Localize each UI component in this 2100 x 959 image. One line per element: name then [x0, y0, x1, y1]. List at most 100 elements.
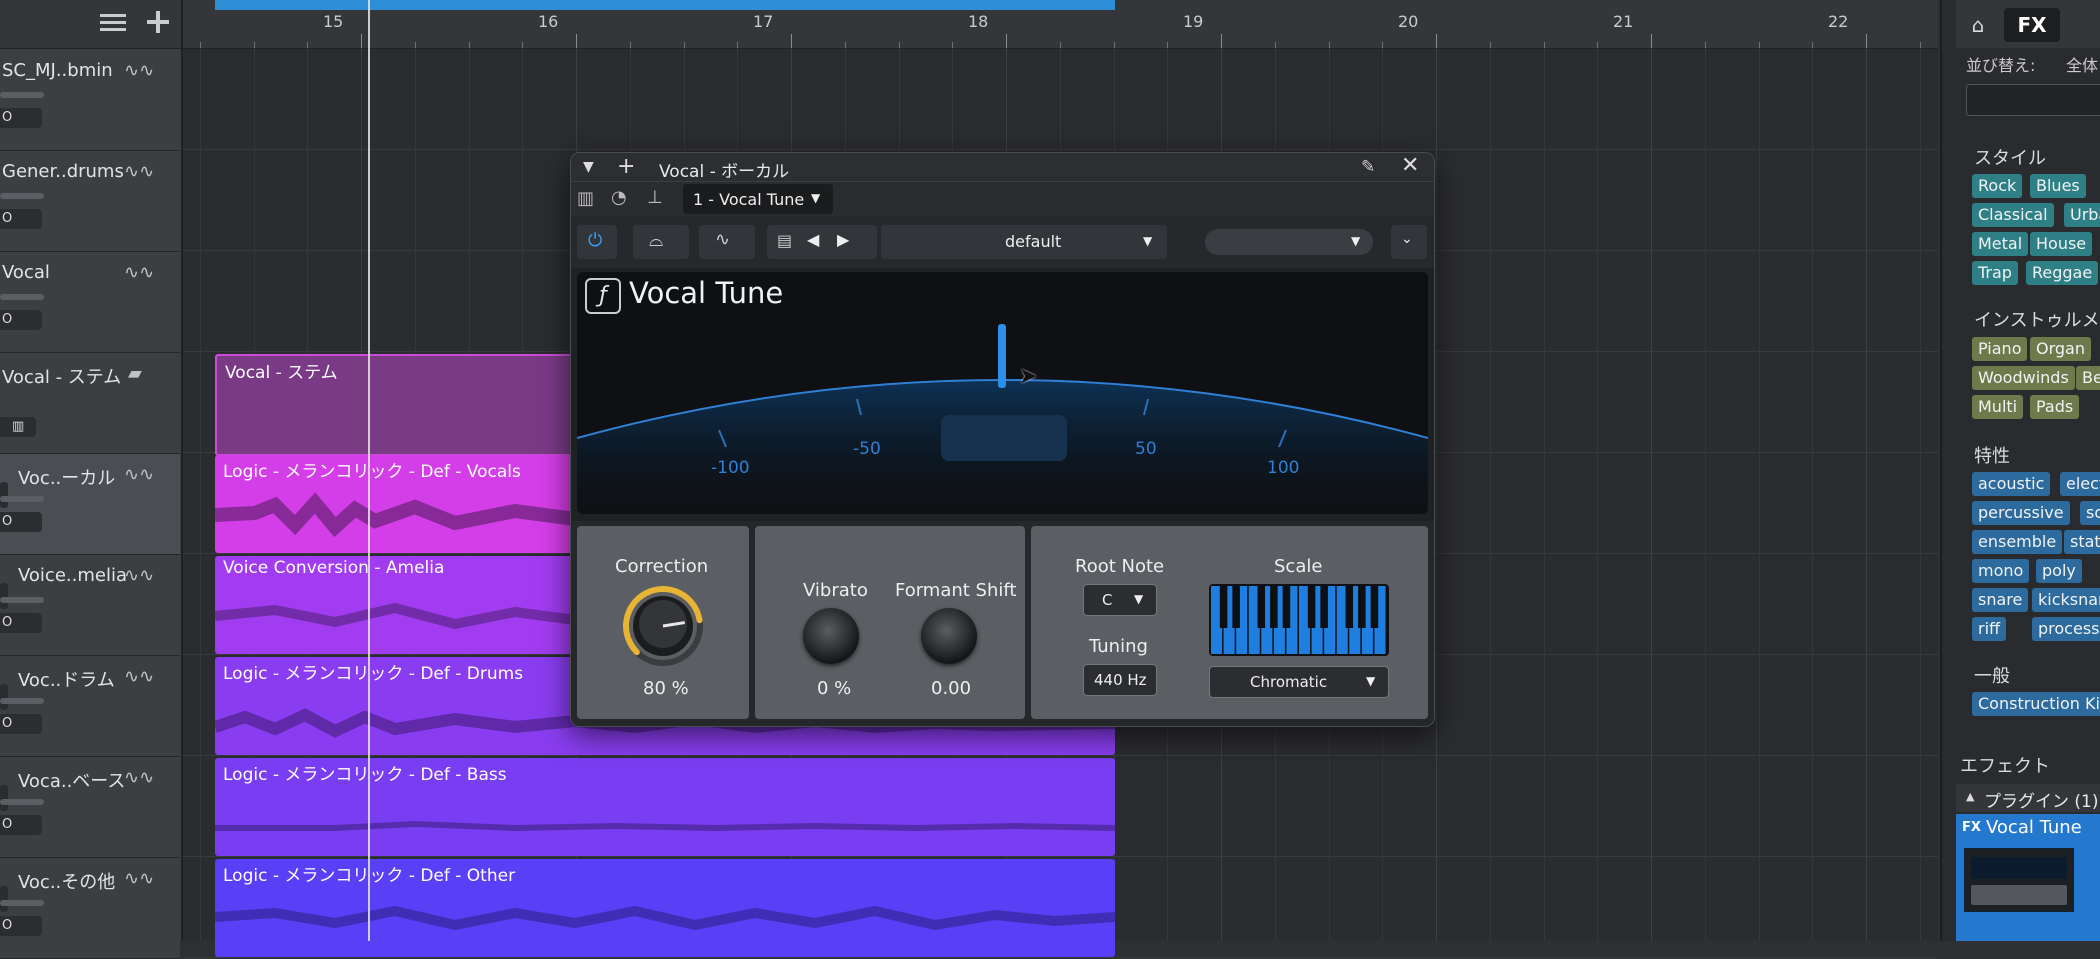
tag-snare[interactable]: snare: [1972, 588, 2029, 612]
volume-fader[interactable]: [0, 597, 44, 603]
tag-processed[interactable]: processe: [2032, 617, 2100, 641]
vibrato-knob[interactable]: [803, 608, 859, 664]
black-key[interactable]: [1232, 586, 1240, 628]
track-header[interactable]: Voc..その他 ∿∿ O: [0, 858, 180, 959]
black-key[interactable]: [1282, 586, 1291, 628]
tag-kicksnare[interactable]: kicksnare: [2032, 588, 2100, 612]
volume-fader[interactable]: [0, 193, 44, 199]
monitor-button[interactable]: O: [0, 310, 42, 330]
plugin-group-header[interactable]: ▲ プラグイン (1): [1956, 784, 2100, 812]
monitor-button[interactable]: O: [0, 916, 42, 936]
tag-electric[interactable]: electric: [2060, 472, 2100, 496]
waveform-icon[interactable]: ∿∿: [124, 666, 154, 687]
track-header[interactable]: Gener..drums ∿∿ O: [0, 151, 180, 252]
black-key[interactable]: [1257, 586, 1266, 628]
scale-keyboard[interactable]: [1209, 584, 1389, 656]
columns-icon[interactable]: ▥: [577, 188, 594, 209]
tag-riff[interactable]: riff: [1972, 617, 2007, 641]
monitor-button[interactable]: O: [0, 613, 42, 633]
black-key[interactable]: [1320, 586, 1328, 628]
playhead[interactable]: [368, 0, 370, 941]
mixer-icon[interactable]: ▥: [0, 417, 36, 437]
insert-selector[interactable]: 1 - Vocal Tune ▼: [683, 184, 833, 214]
tag-static[interactable]: static: [2064, 530, 2100, 554]
track-header[interactable]: Voice..melia ∿∿ O: [0, 555, 180, 656]
tag-mono[interactable]: mono: [1972, 559, 2030, 583]
track-header[interactable]: Voc..ドラム ∿∿ O: [0, 656, 180, 757]
volume-fader[interactable]: [0, 799, 44, 805]
black-key[interactable]: [1345, 586, 1354, 628]
waveform-icon[interactable]: ∿∿: [124, 60, 154, 81]
tag-poly[interactable]: poly: [2036, 559, 2082, 583]
timeline-ruler[interactable]: 15 16 17 18 19 20 21 22: [183, 0, 1938, 49]
routing-icon[interactable]: ⊥: [647, 187, 663, 208]
black-key[interactable]: [1370, 586, 1379, 628]
tag-ensemble[interactable]: ensemble: [1972, 530, 2063, 554]
volume-fader[interactable]: [0, 900, 44, 906]
preset-selector[interactable]: default ▼: [881, 225, 1167, 259]
clip[interactable]: Logic - メランコリック - Def - Other: [215, 859, 1115, 957]
loop-range-bar[interactable]: [215, 0, 1115, 10]
device-selector[interactable]: ▼: [1205, 229, 1373, 255]
volume-fader[interactable]: [0, 698, 44, 704]
home-icon[interactable]: ⌂: [1958, 8, 1998, 42]
tag-percussive[interactable]: percussive: [1972, 501, 2070, 525]
waveform-icon[interactable]: ∿∿: [124, 464, 154, 485]
tag-piano[interactable]: Piano: [1972, 337, 2028, 361]
waveform-icon[interactable]: ∿∿: [124, 565, 154, 586]
waveform-icon[interactable]: ∿∿: [124, 161, 154, 182]
list-view-icon[interactable]: [100, 12, 126, 32]
bypass-compare-button[interactable]: ⌓: [633, 225, 689, 259]
volume-fader[interactable]: [0, 92, 44, 98]
track-header[interactable]: Voc..ーカル ∿∿ O: [0, 454, 180, 555]
tuning-field[interactable]: 440 Hz: [1083, 664, 1157, 696]
track-header[interactable]: SC_MJ..bmin ∿∿ O: [0, 50, 180, 151]
tag-reggae[interactable]: Reggae: [2026, 261, 2099, 285]
track-header[interactable]: Vocal ∿∿ O: [0, 252, 180, 353]
black-key[interactable]: [1270, 586, 1278, 628]
expand-button[interactable]: ⌄: [1391, 225, 1427, 259]
waveform-icon[interactable]: ∿∿: [124, 868, 154, 889]
save-preset-icon[interactable]: ▤: [777, 231, 792, 250]
close-icon[interactable]: ✕: [1401, 153, 1419, 178]
monitor-button[interactable]: O: [0, 512, 42, 532]
monitor-button[interactable]: O: [0, 209, 42, 229]
tag-house[interactable]: House: [2030, 232, 2093, 256]
tag-multi[interactable]: Multi: [1972, 395, 2024, 419]
scale-dropdown[interactable]: Chromatic ▼: [1209, 666, 1389, 698]
tag-blues[interactable]: Blues: [2030, 174, 2086, 198]
collapse-icon[interactable]: ▼: [583, 159, 594, 175]
black-key[interactable]: [1358, 586, 1366, 628]
tag-acoustic[interactable]: acoustic: [1972, 472, 2051, 496]
track-header[interactable]: Vocal - ステム ▰ ▥: [0, 353, 180, 454]
tag-organ[interactable]: Organ: [2030, 337, 2091, 361]
tag-woodwinds[interactable]: Woodwinds: [1972, 366, 2075, 390]
power-button[interactable]: ⏻: [577, 225, 617, 259]
tag-pads[interactable]: Pads: [2030, 395, 2080, 419]
tag-sof[interactable]: sof: [2080, 501, 2100, 525]
pin-icon[interactable]: ✎: [1361, 157, 1375, 177]
plugin-window[interactable]: ▼ + Vocal - ボーカル ✎ ✕ ▥ ◔ ⊥ 1 - Vocal Tun…: [570, 152, 1435, 727]
plugin-titlebar[interactable]: ▼ + Vocal - ボーカル ✎ ✕: [571, 153, 1434, 182]
tag-metal[interactable]: Metal: [1972, 232, 2029, 256]
folder-icon[interactable]: ▰: [128, 363, 142, 384]
monitor-button[interactable]: O: [0, 714, 42, 734]
previous-preset-icon[interactable]: ◀: [807, 230, 819, 249]
track-header[interactable]: Voca..ベース ∿∿ O: [0, 757, 180, 858]
correction-knob[interactable]: [621, 584, 705, 668]
add-track-icon[interactable]: [146, 10, 170, 34]
add-icon[interactable]: +: [617, 154, 635, 179]
next-preset-icon[interactable]: ▶: [837, 230, 849, 249]
plugin-item-vocal-tune[interactable]: FX Vocal Tune: [1956, 814, 2100, 941]
tag-urban[interactable]: Urban: [2064, 203, 2100, 227]
gauge-icon[interactable]: ◔: [611, 187, 627, 208]
volume-fader[interactable]: [0, 496, 44, 502]
tag-trap[interactable]: Trap: [1972, 261, 2018, 285]
black-key[interactable]: [1219, 586, 1228, 628]
waveform-icon[interactable]: ∿∿: [124, 767, 154, 788]
black-key[interactable]: [1307, 586, 1316, 628]
volume-fader[interactable]: [0, 294, 44, 300]
monitor-button[interactable]: O: [0, 815, 42, 835]
formant-shift-knob[interactable]: [921, 608, 977, 664]
monitor-button[interactable]: O: [0, 108, 42, 128]
